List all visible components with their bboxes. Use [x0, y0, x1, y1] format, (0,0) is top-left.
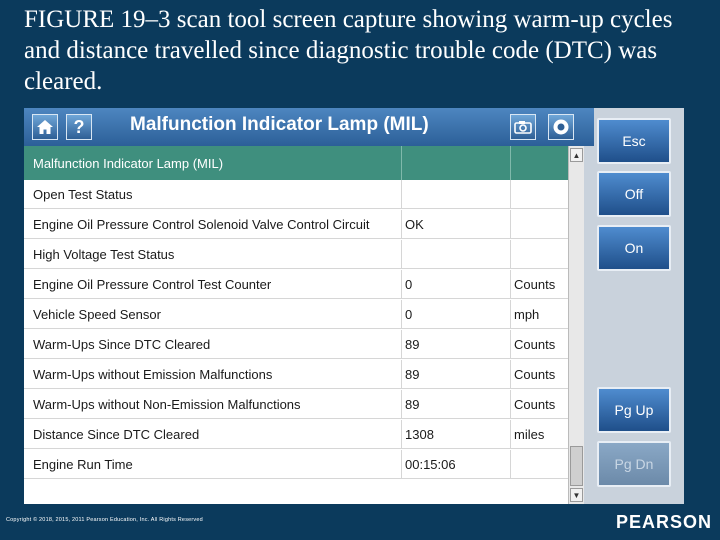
record-button[interactable] — [548, 114, 574, 140]
row-name: Open Test Status — [24, 180, 402, 208]
row-unit: Counts — [514, 276, 556, 292]
row-name: High Voltage Test Status — [24, 240, 402, 268]
table-row[interactable]: Open Test Status — [24, 180, 568, 209]
table-row[interactable]: Warm-Ups without Emission Malfunctions 8… — [24, 360, 568, 389]
row-name: Distance Since DTC Cleared — [24, 420, 402, 448]
table-row[interactable]: Engine Run Time 00:15:06 — [24, 450, 568, 479]
copyright-notice: Copyright © 2018, 2015, 2011 Pearson Edu… — [6, 517, 203, 523]
table-row[interactable]: Distance Since DTC Cleared 1308 miles — [24, 420, 568, 449]
screenshot-button[interactable] — [510, 114, 536, 140]
help-button[interactable]: ? — [66, 114, 92, 140]
slide-footer: Copyright © 2018, 2015, 2011 Pearson Edu… — [0, 504, 720, 540]
table-row[interactable]: Engine Oil Pressure Control Solenoid Val… — [24, 210, 568, 239]
header-name: Malfunction Indicator Lamp (MIL) — [24, 146, 402, 180]
table-scrollbar[interactable]: ▲ ▼ — [568, 146, 584, 504]
row-unit: mph — [514, 306, 540, 322]
page-down-button[interactable]: Pg Dn — [597, 441, 671, 487]
title-bar: ? Malfunction Indicator Lamp (MIL) — [24, 108, 594, 146]
home-icon — [37, 120, 53, 134]
row-value: 00:15:06 — [402, 450, 511, 478]
row-name: Engine Oil Pressure Control Test Counter — [24, 270, 402, 298]
esc-button[interactable]: Esc — [597, 118, 671, 164]
off-button[interactable]: Off — [597, 171, 671, 217]
row-unit — [511, 240, 568, 268]
scroll-thumb[interactable] — [570, 446, 583, 486]
data-table: Malfunction Indicator Lamp (MIL) Open Te… — [24, 146, 568, 504]
row-name: Engine Oil Pressure Control Solenoid Val… — [24, 210, 402, 238]
row-unit: Counts — [514, 366, 556, 382]
row-name: Vehicle Speed Sensor — [24, 300, 402, 328]
header-unit — [511, 146, 568, 180]
help-icon: ? — [73, 116, 85, 137]
record-icon — [553, 119, 569, 135]
row-unit: Counts — [514, 396, 556, 412]
row-name: Warm-Ups without Non-Emission Malfunctio… — [24, 390, 402, 418]
row-unit — [511, 210, 568, 238]
publisher-logo: PEARSON — [615, 512, 712, 532]
row-unit: Counts — [514, 336, 556, 352]
row-value: 0 — [402, 300, 511, 328]
table-row[interactable]: Warm-Ups Since DTC Cleared 89 Counts — [24, 330, 568, 359]
table-row[interactable]: Engine Oil Pressure Control Test Counter… — [24, 270, 568, 299]
header-value — [402, 146, 511, 180]
row-unit: miles — [514, 426, 545, 442]
row-unit — [511, 180, 568, 208]
row-value: 89 — [402, 390, 511, 418]
table-header-row[interactable]: Malfunction Indicator Lamp (MIL) — [24, 146, 568, 180]
row-name: Warm-Ups without Emission Malfunctions — [24, 360, 402, 388]
table-row[interactable]: High Voltage Test Status — [24, 240, 568, 269]
row-value: 1308 — [402, 420, 511, 448]
row-value — [402, 180, 511, 208]
table-row[interactable]: Vehicle Speed Sensor 0 mph — [24, 300, 568, 329]
row-name: Warm-Ups Since DTC Cleared — [24, 330, 402, 358]
row-value: 89 — [402, 330, 511, 358]
row-value: 89 — [402, 360, 511, 388]
window-title: Malfunction Indicator Lamp (MIL) — [130, 114, 429, 135]
home-button[interactable] — [32, 114, 58, 140]
row-unit — [511, 450, 568, 478]
row-value: 0 — [402, 270, 511, 298]
row-value — [402, 240, 511, 268]
scan-tool-screen: ? Malfunction Indicator Lamp (MIL) Malfu… — [24, 108, 684, 504]
on-button[interactable]: On — [597, 225, 671, 271]
figure-caption: FIGURE 19–3 scan tool screen capture sho… — [24, 6, 673, 95]
table-row[interactable]: Warm-Ups without Non-Emission Malfunctio… — [24, 390, 568, 419]
camera-icon — [514, 121, 532, 134]
page-up-button[interactable]: Pg Up — [597, 387, 671, 433]
scroll-up-arrow-icon[interactable]: ▲ — [570, 148, 583, 162]
row-value: OK — [402, 210, 511, 238]
scroll-down-arrow-icon[interactable]: ▼ — [570, 488, 583, 502]
row-name: Engine Run Time — [24, 450, 402, 478]
